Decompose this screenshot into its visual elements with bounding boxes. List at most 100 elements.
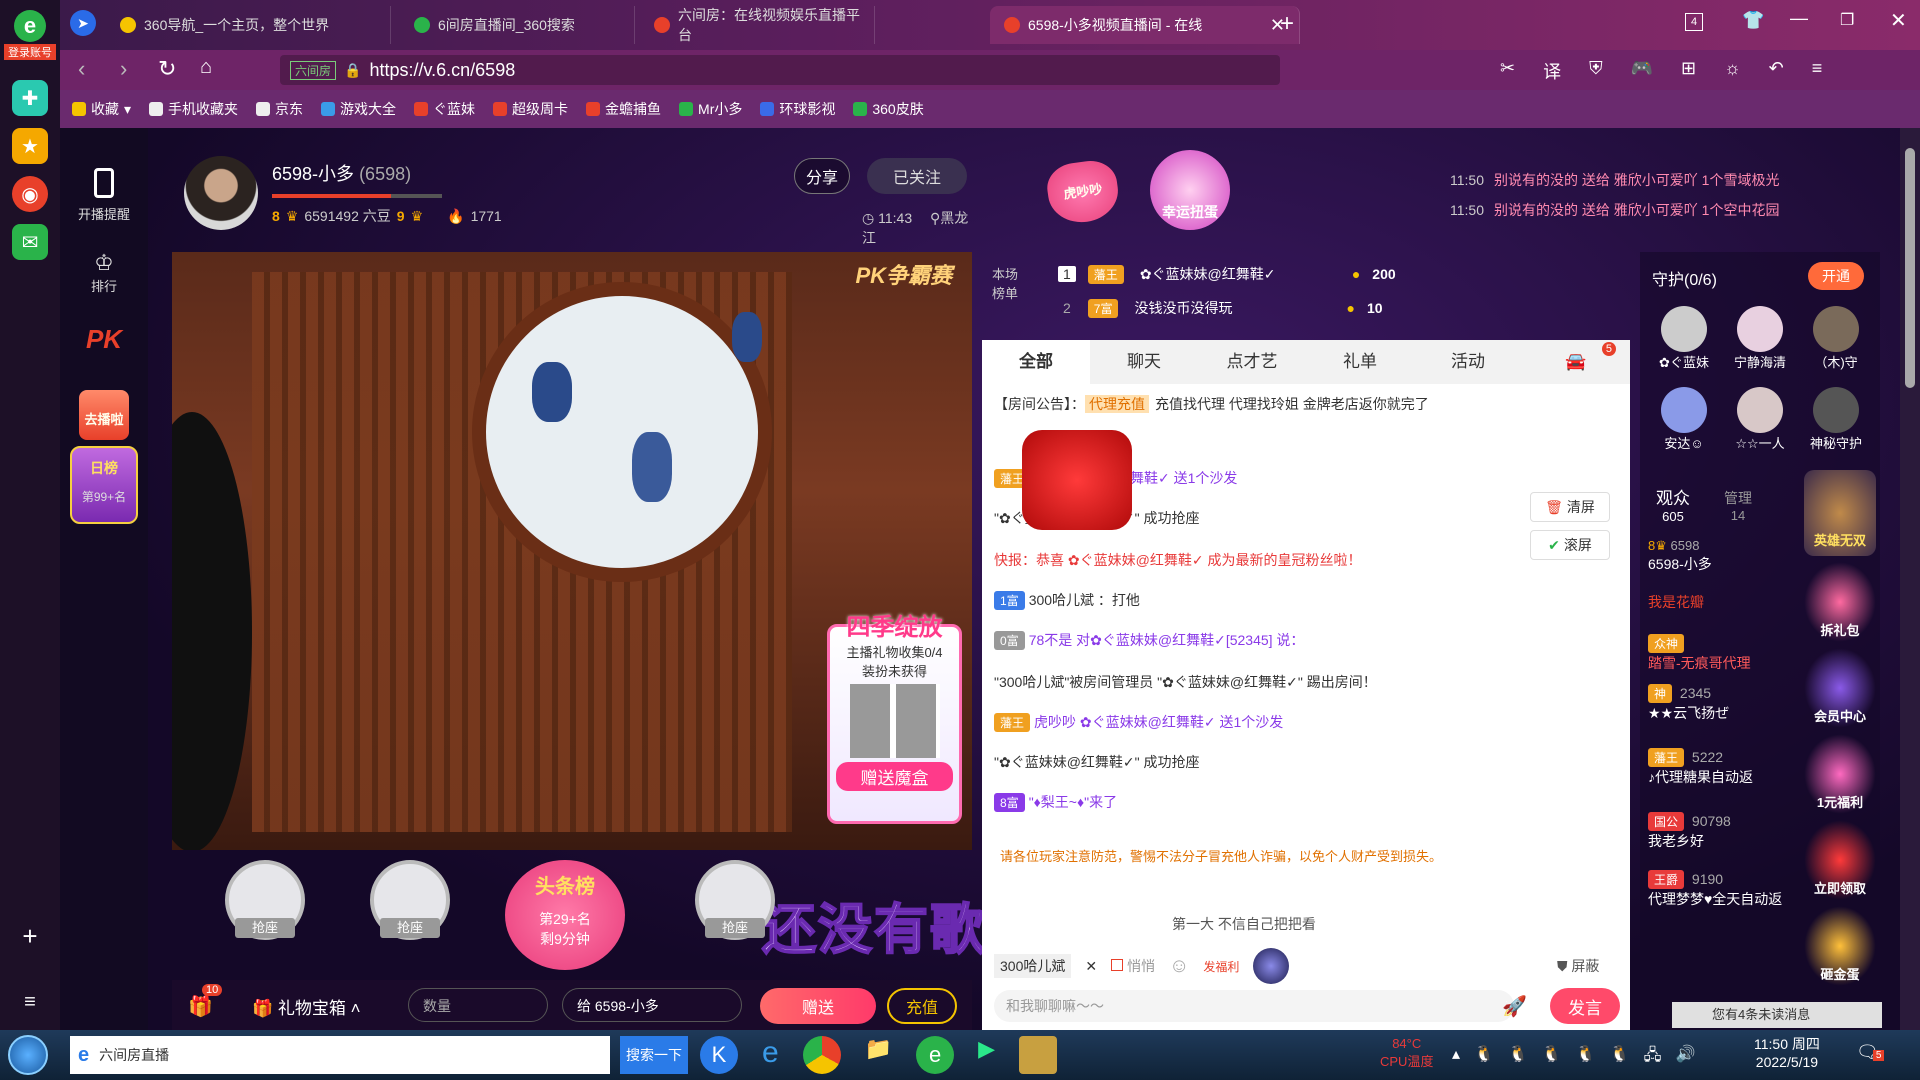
rank-row[interactable]: 1 藩王 ✿ぐ蓝妹妹@红舞鞋✓ ● 200	[1058, 264, 1396, 284]
taskbar-search-button[interactable]: 搜索一下	[620, 1036, 688, 1074]
home-icon[interactable]: ⌂	[200, 56, 212, 79]
seat-slot[interactable]: 抢座	[350, 860, 470, 980]
back-icon[interactable]: ‹	[78, 56, 85, 82]
star-icon[interactable]: ★	[12, 128, 48, 164]
seat-slot[interactable]: 抢座	[675, 860, 795, 980]
bookmark-item[interactable]: 金蟾捕鱼	[586, 99, 661, 119]
qq-icon[interactable]: 🐧	[1508, 1044, 1528, 1071]
fuli-button[interactable]: 发福利	[1203, 958, 1239, 975]
qq-icon[interactable]: 🐧	[1576, 1044, 1596, 1071]
share-button[interactable]: 分享	[794, 158, 850, 194]
magic-ball-icon[interactable]	[1253, 948, 1290, 984]
taskbar-window[interactable]: e 六间房直播	[70, 1036, 610, 1074]
lucky-egg-button[interactable]: 幸运扭蛋	[1150, 150, 1230, 230]
audience-item[interactable]: 众神 踏雪-无痕哥代理	[1648, 634, 1808, 684]
tray-up-icon[interactable]: ▴	[1452, 1044, 1460, 1071]
rank-row[interactable]: 2 7富 没钱没币没得玩 ● 10	[1058, 298, 1383, 318]
start-button[interactable]	[8, 1035, 48, 1075]
pk-button[interactable]: PK	[60, 324, 148, 355]
tab-talent[interactable]: 点才艺	[1198, 340, 1306, 384]
guard-member[interactable]: （木)守	[1798, 306, 1874, 371]
chat-input[interactable]: 和我聊聊嘛～～	[994, 990, 1514, 1022]
target-clear-icon[interactable]: ✕	[1085, 958, 1097, 975]
network-icon[interactable]: 🖧	[1644, 1044, 1662, 1071]
mail-icon[interactable]: ✉	[12, 224, 48, 260]
bookmark-item[interactable]: 360皮肤	[853, 99, 924, 119]
apps-icon[interactable]: ⊞	[1681, 58, 1696, 84]
menu-icon[interactable]: ≡	[12, 984, 48, 1020]
promo-1yuan[interactable]: 1元福利	[1804, 734, 1876, 814]
tab-activity[interactable]: 活动	[1414, 340, 1522, 384]
forward-icon[interactable]: ›	[120, 56, 127, 82]
bookmark-item[interactable]: ぐ蓝妹	[414, 99, 475, 119]
audience-item[interactable]: 藩王 5222 ♪代理糖果自动返	[1648, 748, 1808, 812]
page-scrollbar[interactable]	[1900, 128, 1920, 1030]
remind-button[interactable]: 开播提醒	[60, 168, 148, 223]
guard-open-button[interactable]: 开通	[1808, 262, 1864, 290]
clock[interactable]: 11:50 周四 2022/5/19	[1754, 1034, 1820, 1070]
tab-count-badge[interactable]: 4	[1685, 13, 1703, 31]
admin-tab[interactable]: 管理 14	[1724, 488, 1752, 523]
bookmark-item[interactable]: 收藏 ▾	[72, 99, 131, 119]
restore-icon[interactable]: ❐	[1840, 10, 1854, 30]
give-button[interactable]: 赠送	[760, 988, 876, 1024]
tab-all[interactable]: 全部	[982, 340, 1090, 384]
ie-icon[interactable]: e	[762, 1036, 779, 1074]
skin-icon[interactable]: 👕	[1742, 10, 1764, 31]
tab-6598-room[interactable]: 6598-小多视频直播间 - 在线 ✕	[990, 6, 1300, 44]
bookmark-item[interactable]: Mr小多	[679, 99, 742, 119]
live-video[interactable]: PK争霸赛 四季绽放 主播礼物收集0/4 装扮未获得 赠送魔盒	[172, 252, 972, 850]
tab-chat[interactable]: 聊天	[1090, 340, 1198, 384]
rocket-icon[interactable]: 🚀	[1502, 994, 1527, 1019]
guard-member[interactable]: 宁静海清	[1722, 306, 1798, 371]
volume-icon[interactable]: 🔊	[1675, 1044, 1695, 1071]
target-user[interactable]: 300哈儿斌	[994, 954, 1072, 978]
cut-icon[interactable]: ✂	[1500, 58, 1515, 84]
seat-slot[interactable]: 抢座	[205, 860, 325, 980]
gift-icon[interactable]: 🎁	[188, 994, 213, 1019]
bookmark-item[interactable]: 京东	[256, 99, 303, 119]
whisper-checkbox[interactable]: 悄悄	[1111, 956, 1155, 976]
recharge-button[interactable]: 充值	[887, 988, 957, 1024]
weibo-icon[interactable]: ◉	[12, 176, 48, 212]
gift-box-button[interactable]: 🎁 礼物宝箱 ˄	[252, 994, 361, 1019]
send-button[interactable]: 发言	[1550, 988, 1620, 1024]
nav-arrow-icon[interactable]: ➤	[70, 10, 96, 36]
clear-screen-button[interactable]: 🗑 清屏	[1530, 492, 1610, 522]
browser-menu-icon[interactable]: ≡	[1812, 58, 1823, 84]
unread-messages[interactable]: 您有4条未读消息	[1672, 1002, 1882, 1028]
audience-item[interactable]: 国公 90798 我老乡好	[1648, 812, 1808, 870]
undo-icon[interactable]: ↶	[1769, 58, 1784, 84]
audience-tab[interactable]: 观众 605	[1656, 484, 1690, 524]
new-tab-icon[interactable]: +	[1280, 10, 1294, 38]
rank-label[interactable]: 本场榜单	[988, 264, 1022, 302]
login-button[interactable]: e 登录账号	[4, 10, 56, 62]
host-avatar[interactable]	[184, 156, 258, 230]
add-icon[interactable]: +	[12, 918, 48, 954]
bookmark-item[interactable]: 游戏大全	[321, 99, 396, 119]
plus-app-icon[interactable]: ✚	[12, 80, 48, 116]
promo-vip[interactable]: 会员中心	[1804, 648, 1876, 728]
shield-button[interactable]: ⛊ 屏蔽	[1557, 956, 1599, 976]
guard-member[interactable]: 安达☺	[1646, 387, 1722, 452]
tab-360search[interactable]: 6间房直播间_360搜索	[400, 6, 635, 44]
season-gift-button[interactable]: 赠送魔盒	[836, 762, 953, 791]
guard-member[interactable]: 神秘守护	[1798, 387, 1874, 452]
tab-6cn[interactable]: 六间房：在线视频娱乐直播平台	[640, 6, 875, 44]
url-field[interactable]: 六间房 🔒 https://v.6.cn/6598	[280, 55, 1280, 85]
promo-hero[interactable]: 英雄无双	[1804, 470, 1876, 556]
folder-icon[interactable]: 📁	[865, 1036, 892, 1074]
qq-icon[interactable]: 🐧	[1542, 1044, 1562, 1071]
rank-button[interactable]: ♔ 排行	[60, 250, 148, 295]
game-icon[interactable]: 🎮	[1631, 58, 1653, 84]
promo-goldegg[interactable]: 砸金蛋	[1804, 906, 1876, 986]
headline-badge[interactable]: 头条榜 第29+名 剩9分钟	[505, 860, 635, 980]
promo-giftpack[interactable]: 拆礼包	[1804, 562, 1876, 642]
audience-item[interactable]: 王爵 9190 代理梦梦♥全天自动返	[1648, 870, 1808, 928]
qq-icon[interactable]: 🐧	[1610, 1044, 1630, 1071]
go-live-button[interactable]: 去播啦	[60, 390, 148, 440]
promo-redpacket[interactable]: 立即领取	[1804, 820, 1876, 900]
chrome-icon[interactable]	[802, 1036, 841, 1074]
follow-button[interactable]: 已关注	[867, 158, 967, 194]
kugou-icon[interactable]: K	[700, 1036, 738, 1074]
